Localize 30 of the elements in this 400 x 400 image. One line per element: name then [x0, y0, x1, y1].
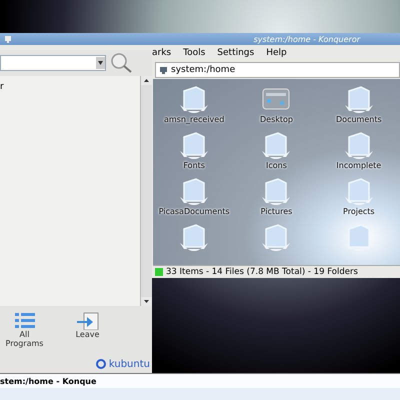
file-label[interactable]: Incomplete [322, 161, 396, 170]
taskbar-button[interactable]: stem:/home - Konque [0, 376, 96, 386]
menu-item[interactable]: arks [152, 48, 172, 58]
file-label[interactable]: Pictures [239, 207, 314, 216]
menu-item[interactable]: Help [266, 48, 287, 58]
file-label[interactable]: Projects [322, 207, 396, 216]
file-label[interactable]: PicasaDocuments [157, 207, 232, 216]
launcher-tab[interactable]: Leave [63, 312, 112, 339]
search-icon [110, 52, 132, 73]
menu-item[interactable]: Settings [217, 48, 254, 58]
file-label[interactable]: Desktop [239, 115, 314, 124]
menu-item[interactable]: Tools [183, 48, 206, 58]
status-text: 33 Items - 14 Files (7.8 MB Total) - 19 Folders [166, 267, 358, 277]
dropdown-caret-icon [98, 60, 103, 65]
launcher-tab[interactable]: All Programs [0, 312, 49, 348]
status-icon [155, 268, 163, 276]
brand-label: kubuntu [108, 358, 150, 370]
logo-icon [94, 358, 107, 370]
menu-entry[interactable]: r [0, 82, 140, 92]
search-field[interactable] [0, 54, 106, 71]
file-label[interactable]: Icons [239, 161, 314, 170]
list-icon [12, 312, 36, 330]
exit-icon [76, 312, 100, 330]
file-label[interactable]: Fonts [157, 161, 232, 170]
monitor-icon [4, 35, 12, 43]
window-title: system:/home - Konqueror [254, 34, 360, 44]
location-field[interactable]: system:/home [155, 62, 400, 78]
monitor-icon [159, 66, 168, 74]
file-label[interactable]: amsn_received [157, 115, 232, 124]
file-label[interactable]: Documents [322, 115, 396, 124]
